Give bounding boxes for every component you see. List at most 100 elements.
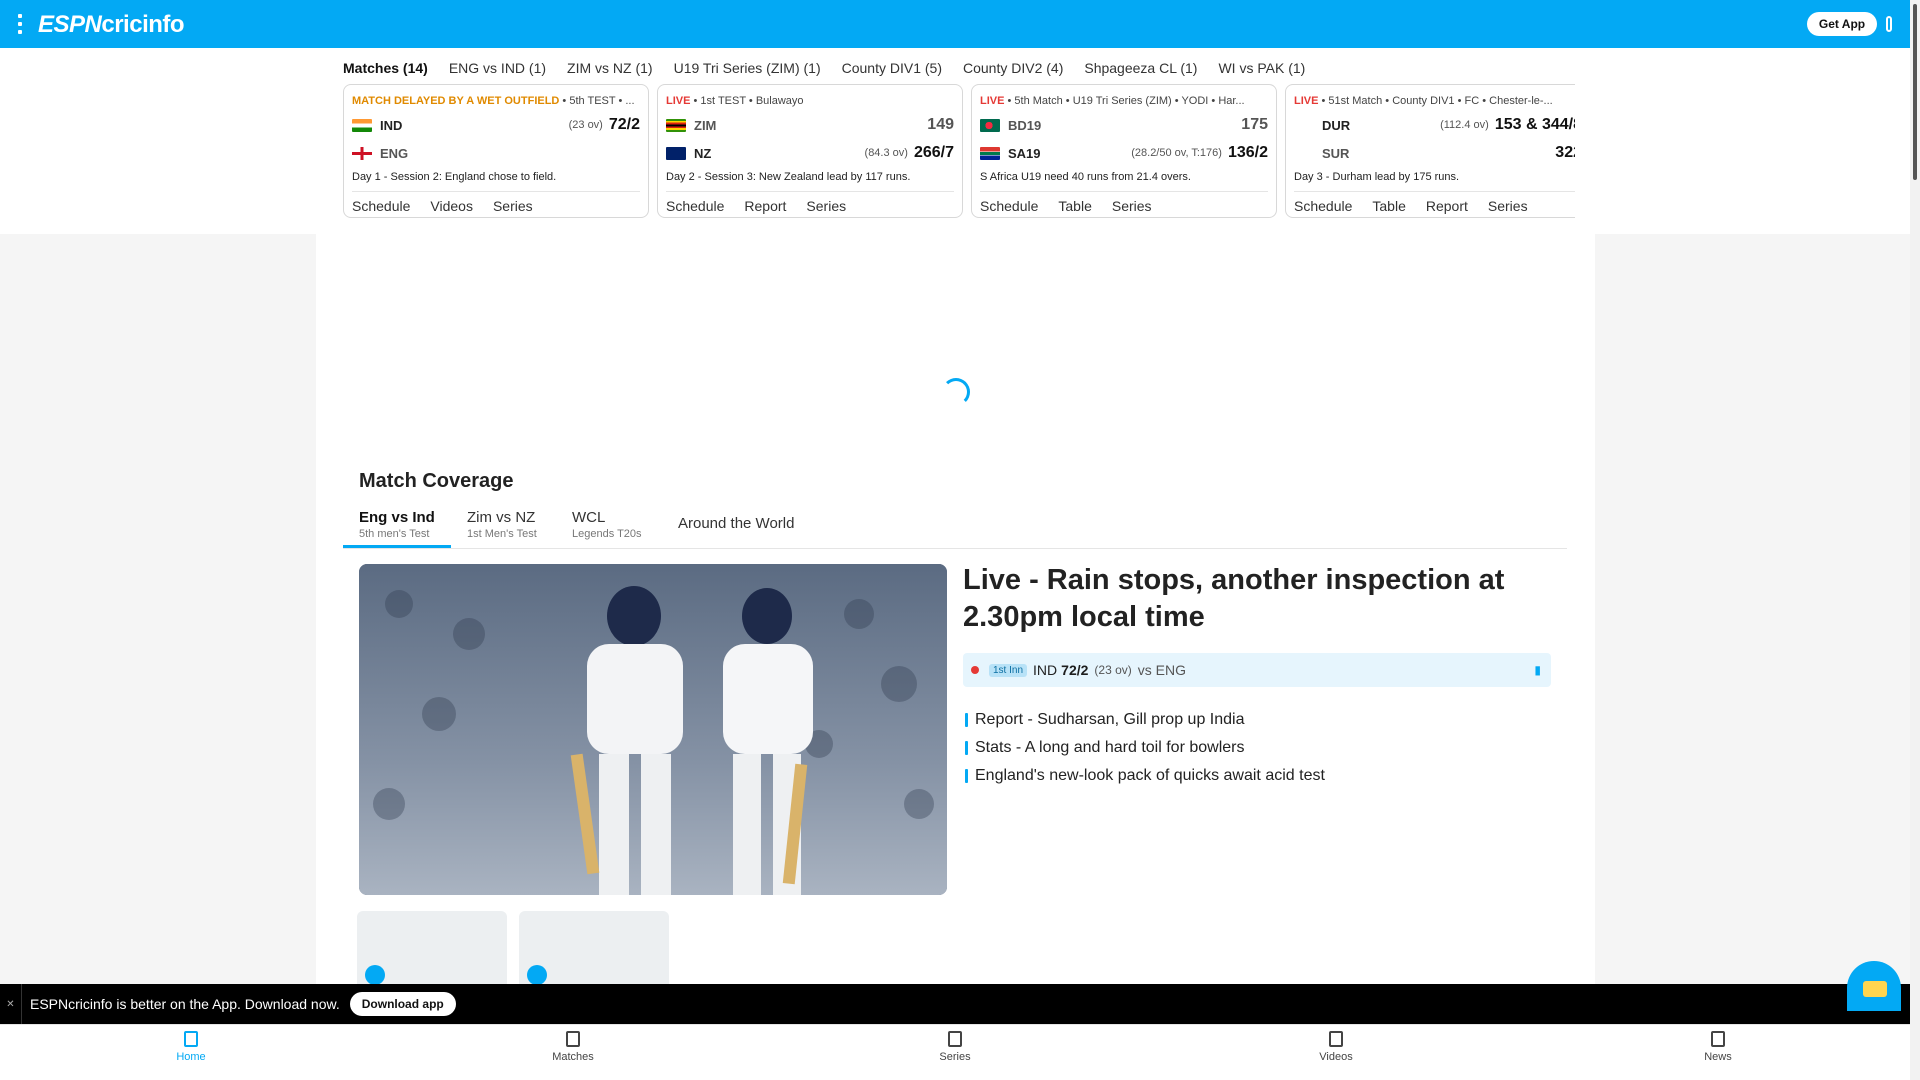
match-summary: Day 2 - Session 3: New Zealand lead by 1… bbox=[666, 171, 954, 192]
schedule-link[interactable]: Schedule bbox=[980, 198, 1038, 214]
story-title: Report - Sudharsan, Gill prop up India bbox=[975, 711, 1245, 728]
chat-icon[interactable] bbox=[1847, 961, 1901, 1011]
nav-videos[interactable]: Videos bbox=[1276, 1031, 1396, 1063]
tab-wi-vs-pak[interactable]: WI vs PAK (1) bbox=[1218, 60, 1305, 78]
story-link[interactable]: England's new-look pack of quicks await … bbox=[965, 762, 1325, 790]
tab-eng-vs-ind[interactable]: ENG vs IND (1) bbox=[449, 60, 546, 78]
live-score: 72/2 bbox=[1061, 662, 1089, 678]
team-score: 175 bbox=[1241, 116, 1268, 133]
tab-county-div2[interactable]: County DIV2 (4) bbox=[963, 60, 1063, 78]
match-meta: MATCH DELAYED BY A WET OUTFIELD • 5th TE… bbox=[352, 95, 635, 107]
menu-icon[interactable] bbox=[14, 14, 26, 34]
close-icon[interactable]: ✕ bbox=[0, 984, 22, 1024]
tab-subtitle: Legends T20s bbox=[572, 528, 642, 540]
tab-around-the-world[interactable]: Around the World bbox=[678, 505, 818, 548]
bangladesh-flag-icon bbox=[980, 118, 1000, 132]
table-link[interactable]: Table bbox=[1058, 198, 1091, 214]
play-icon bbox=[365, 965, 385, 985]
tab-shpageeza-cl[interactable]: Shpageeza CL (1) bbox=[1084, 60, 1197, 78]
match-meta: LIVE • 51st Match • County DIV1 • FC • C… bbox=[1294, 95, 1553, 107]
get-app-button[interactable]: Get App bbox=[1807, 12, 1877, 36]
south-africa-flag-icon bbox=[980, 146, 1000, 160]
match-info: 5th TEST • ... bbox=[569, 95, 635, 107]
nav-news[interactable]: News bbox=[1658, 1031, 1778, 1063]
match-status: LIVE bbox=[1294, 95, 1319, 107]
nav-home[interactable]: Home bbox=[131, 1031, 251, 1063]
matches-icon bbox=[566, 1031, 580, 1047]
tab-u19-tri-series[interactable]: U19 Tri Series (ZIM) (1) bbox=[674, 60, 821, 78]
match-meta: LIVE • 5th Match • U19 Tri Series (ZIM) … bbox=[980, 95, 1245, 107]
home-icon bbox=[184, 1031, 198, 1047]
team-name: IND bbox=[380, 117, 403, 133]
hero-image[interactable] bbox=[359, 564, 947, 895]
durham-crest-icon bbox=[1294, 119, 1314, 132]
download-app-button[interactable]: Download app bbox=[349, 992, 456, 1016]
tab-county-div1[interactable]: County DIV1 (5) bbox=[842, 60, 942, 78]
video-thumbnail[interactable] bbox=[519, 911, 669, 986]
banner-message: ESPNcricinfo is better on the App. Downl… bbox=[30, 996, 340, 1012]
chevron-right-icon[interactable]: ▮ bbox=[1534, 663, 1541, 677]
tab-matches[interactable]: Matches (14) bbox=[343, 60, 428, 78]
series-link[interactable]: Series bbox=[1112, 198, 1152, 214]
report-link[interactable]: Report bbox=[1426, 198, 1468, 214]
team-name: ENG bbox=[380, 145, 409, 161]
tab-wcl-coverage[interactable]: WCL Legends T20s bbox=[572, 505, 672, 548]
bullet-icon bbox=[965, 713, 968, 727]
match-card[interactable]: LIVE • 5th Match • U19 Tri Series (ZIM) … bbox=[971, 84, 1277, 218]
story-title: Stats - A long and hard toil for bowlers bbox=[975, 739, 1245, 756]
tab-zim-vs-nz[interactable]: ZIM vs NZ (1) bbox=[567, 60, 653, 78]
logo-cricinfo: cricinfo bbox=[101, 11, 185, 38]
nav-matches[interactable]: Matches bbox=[513, 1031, 633, 1063]
match-info: 51st Match • County DIV1 • FC • Chester-… bbox=[1328, 95, 1553, 107]
bullet-icon bbox=[965, 741, 968, 755]
user-icon[interactable] bbox=[1884, 14, 1894, 34]
app-download-banner: ✕ ESPNcricinfo is better on the App. Dow… bbox=[0, 984, 1910, 1024]
table-link[interactable]: Table bbox=[1372, 198, 1405, 214]
bottom-navigation: Home Matches Series Videos News bbox=[0, 1024, 1910, 1080]
match-summary: Day 3 - Durham lead by 175 runs. bbox=[1294, 171, 1575, 192]
team-row: BD19 175 bbox=[980, 113, 1268, 137]
opponent: vs ENG bbox=[1137, 662, 1186, 678]
nav-series[interactable]: Series bbox=[895, 1031, 1015, 1063]
tab-subtitle: 5th men's Test bbox=[359, 528, 430, 540]
schedule-link[interactable]: Schedule bbox=[666, 198, 724, 214]
schedule-link[interactable]: Schedule bbox=[352, 198, 410, 214]
team-overs: (28.2/50 ov, T:176) bbox=[1131, 147, 1222, 159]
logo[interactable]: ESPNcricinfo bbox=[38, 11, 185, 39]
report-link[interactable]: Report bbox=[744, 198, 786, 214]
match-status: LIVE bbox=[666, 95, 691, 107]
story-list: Report - Sudharsan, Gill prop up India S… bbox=[965, 706, 1325, 790]
series-link[interactable]: Series bbox=[806, 198, 846, 214]
schedule-link[interactable]: Schedule bbox=[1294, 198, 1352, 214]
story-link[interactable]: Stats - A long and hard toil for bowlers bbox=[965, 734, 1325, 762]
nav-label: Matches bbox=[552, 1051, 594, 1063]
match-card[interactable]: LIVE • 1st TEST • Bulawayo ZIM 149 NZ (8… bbox=[657, 84, 963, 218]
team-score: 149 bbox=[927, 116, 954, 133]
tab-zim-vs-nz-coverage[interactable]: Zim vs NZ 1st Men's Test bbox=[467, 505, 567, 548]
tab-eng-vs-ind-coverage[interactable]: Eng vs Ind 5th men's Test bbox=[343, 505, 451, 548]
match-summary: Day 1 - Session 2: England chose to fiel… bbox=[352, 171, 640, 192]
match-card[interactable]: MATCH DELAYED BY A WET OUTFIELD • 5th TE… bbox=[343, 84, 649, 218]
live-dot-icon bbox=[971, 666, 979, 674]
story-link[interactable]: Report - Sudharsan, Gill prop up India bbox=[965, 706, 1325, 734]
team-name: DUR bbox=[1322, 117, 1351, 133]
nav-label: Series bbox=[939, 1051, 971, 1063]
tab-title: WCL bbox=[572, 509, 606, 526]
tab-subtitle: 1st Men's Test bbox=[467, 528, 537, 540]
bullet-icon bbox=[965, 769, 968, 783]
team-name: BD19 bbox=[1008, 117, 1042, 133]
right-gutter bbox=[1595, 234, 1910, 984]
match-card[interactable]: LIVE • 51st Match • County DIV1 • FC • C… bbox=[1285, 84, 1575, 218]
series-link[interactable]: Series bbox=[1488, 198, 1528, 214]
live-score-strip[interactable]: 1st Inn IND 72/2 (23 ov) vs ENG ▮ bbox=[963, 653, 1551, 687]
scrollbar-thumb[interactable] bbox=[1913, 4, 1917, 180]
series-link[interactable]: Series bbox=[493, 198, 533, 214]
match-summary: S Africa U19 need 40 runs from 21.4 over… bbox=[980, 171, 1268, 192]
top-bar: ESPNcricinfo Get App bbox=[0, 0, 1910, 48]
team-overs: (112.4 ov) bbox=[1440, 119, 1489, 131]
videos-link[interactable]: Videos bbox=[430, 198, 473, 214]
batting-team: IND bbox=[1033, 662, 1058, 678]
team-row: IND (23 ov) 72/2 bbox=[352, 113, 640, 137]
headline[interactable]: Live - Rain stops, another inspection at… bbox=[963, 562, 1563, 636]
video-thumbnail[interactable] bbox=[357, 911, 507, 986]
